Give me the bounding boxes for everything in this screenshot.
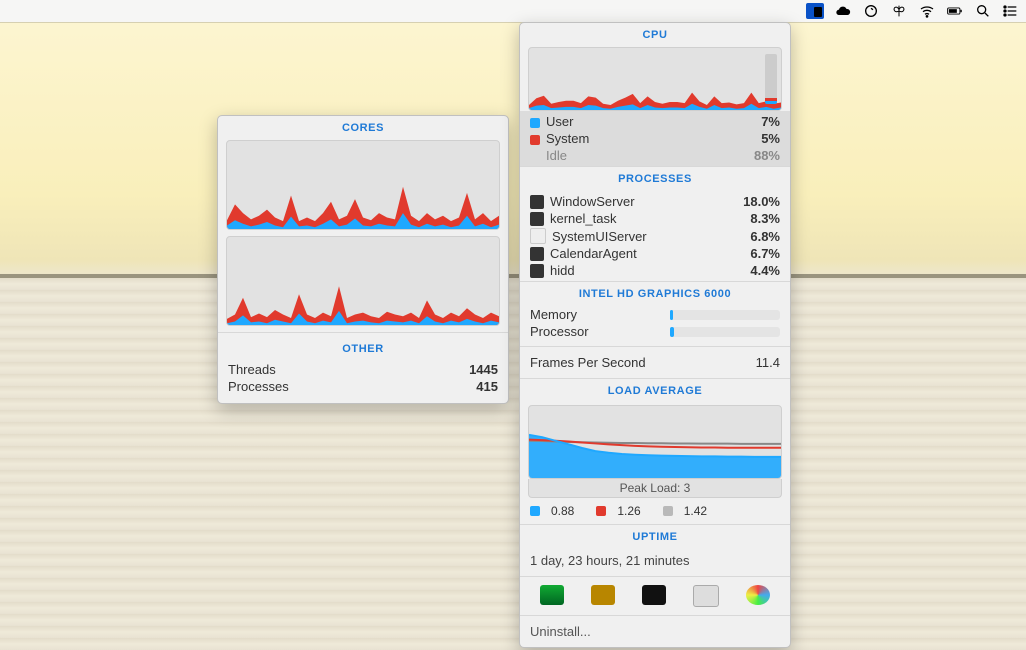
cpu-stack-bar	[765, 54, 777, 104]
gpu-title: INTEL HD GRAPHICS 6000	[520, 282, 790, 306]
cpu-chart	[528, 47, 782, 111]
process-pct: 8.3%	[750, 211, 780, 226]
process-pct: 6.8%	[750, 229, 780, 244]
gpu-memory-label: Memory	[530, 307, 577, 322]
process-row[interactable]: CalendarAgent 6.7%	[520, 245, 790, 262]
fps-row: Frames Per Second 11.4	[520, 347, 790, 378]
process-name: SystemUIServer	[552, 229, 647, 244]
app-icon	[530, 264, 544, 278]
peak-load: Peak Load: 3	[528, 479, 782, 498]
main-panel: CPU User 7% System 5% Idle 88% PROCESSES…	[519, 22, 791, 648]
threads-label: Threads	[228, 362, 276, 377]
uptime-value: 1 day, 23 hours, 21 minutes	[520, 549, 790, 576]
gpu-memory-row: Memory	[520, 306, 790, 323]
threads-row: Threads 1445	[218, 361, 508, 378]
spotlight-icon[interactable]	[974, 2, 992, 20]
gpu-processor-bar	[670, 327, 780, 337]
cores-title: CORES	[218, 116, 508, 140]
app-icon	[530, 212, 544, 226]
core0-chart	[226, 140, 500, 230]
load-5m: 1.26	[596, 504, 640, 518]
cpu-legend: User 7% System 5% Idle 88%	[520, 111, 790, 166]
gpu-memory-bar	[670, 310, 780, 320]
app-icon	[530, 247, 544, 261]
sync-icon[interactable]	[862, 2, 880, 20]
process-name: hidd	[550, 263, 575, 278]
load-1m: 0.88	[530, 504, 574, 518]
app-icon	[530, 195, 544, 209]
core1-chart	[226, 236, 500, 326]
cpu-meter-icon[interactable]	[806, 2, 824, 20]
process-name: kernel_task	[550, 211, 616, 226]
wifi-icon[interactable]	[918, 2, 936, 20]
fps-value: 11.4	[756, 355, 780, 370]
process-row[interactable]: WindowServer 18.0%	[520, 193, 790, 210]
system-info-icon[interactable]	[693, 585, 719, 607]
desktop-background	[0, 0, 1026, 650]
processes-row: Processes 415	[218, 378, 508, 395]
other-title: OTHER	[218, 337, 508, 361]
app-shortcuts	[520, 577, 790, 615]
battery-icon[interactable]	[946, 2, 964, 20]
gpu-processor-row: Processor	[520, 323, 790, 340]
processes-value: 415	[476, 379, 498, 394]
legend-idle[interactable]: Idle 88%	[520, 147, 790, 164]
process-pct: 4.4%	[750, 263, 780, 278]
menubar	[0, 0, 1026, 22]
butterfly-icon[interactable]	[890, 2, 908, 20]
dashboard-icon[interactable]	[746, 585, 770, 605]
process-row[interactable]: hidd 4.4%	[520, 262, 790, 279]
activity-monitor-icon[interactable]	[540, 585, 564, 605]
terminal-icon[interactable]	[642, 585, 666, 605]
list-icon[interactable]	[1002, 2, 1020, 20]
load-title: LOAD AVERAGE	[520, 379, 790, 403]
cloud-icon[interactable]	[834, 2, 852, 20]
processes-label: Processes	[228, 379, 289, 394]
processes-title: PROCESSES	[520, 167, 790, 191]
load-values: 0.88 1.26 1.42	[520, 498, 790, 524]
legend-system[interactable]: System 5%	[520, 130, 790, 147]
console-icon[interactable]	[591, 585, 615, 605]
process-name: WindowServer	[550, 194, 635, 209]
uninstall-item[interactable]: Uninstall...	[520, 616, 790, 647]
cpu-title: CPU	[520, 23, 790, 47]
legend-user[interactable]: User 7%	[520, 113, 790, 130]
process-pct: 18.0%	[743, 194, 780, 209]
process-name: CalendarAgent	[550, 246, 637, 261]
uptime-title: UPTIME	[520, 525, 790, 549]
gpu-processor-label: Processor	[530, 324, 589, 339]
process-row[interactable]: SystemUIServer 6.8%	[520, 227, 790, 245]
cores-panel: CORES OTHER Threads 1445 Processes 415	[217, 115, 509, 404]
process-pct: 6.7%	[750, 246, 780, 261]
app-icon	[530, 228, 546, 244]
fps-label: Frames Per Second	[530, 355, 646, 370]
load-15m: 1.42	[663, 504, 707, 518]
load-chart	[528, 405, 782, 479]
process-list: WindowServer18.0%kernel_task8.3%SystemUI…	[520, 191, 790, 281]
threads-value: 1445	[469, 362, 498, 377]
process-row[interactable]: kernel_task 8.3%	[520, 210, 790, 227]
